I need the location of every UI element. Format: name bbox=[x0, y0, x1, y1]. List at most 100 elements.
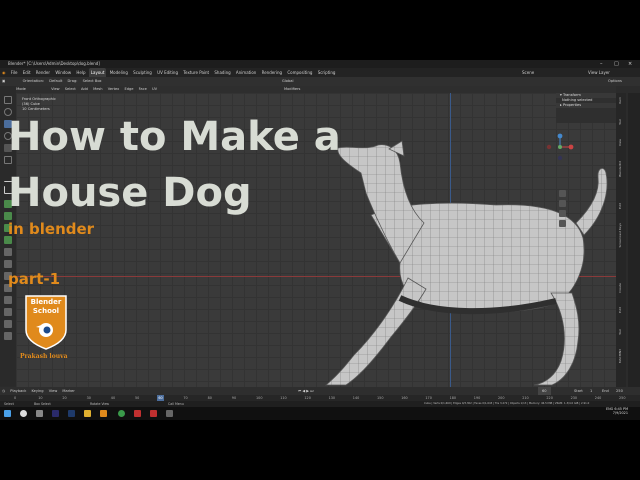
timeline-menu-marker[interactable]: Marker bbox=[60, 387, 76, 395]
thumbnail-part: part-1 bbox=[8, 270, 61, 288]
hand-icon[interactable] bbox=[559, 200, 566, 207]
tab-layout[interactable]: Layout bbox=[88, 68, 107, 77]
timeline-menu-view[interactable]: View bbox=[47, 387, 60, 395]
start-field[interactable]: 1 bbox=[588, 387, 594, 395]
app-icon-red-2[interactable] bbox=[150, 410, 157, 417]
title-bar: Blender* [C:\Users\Admin\Desktop\dog.ble… bbox=[0, 60, 640, 68]
timeline-menu-playback[interactable]: Playback bbox=[8, 387, 28, 395]
orientation-label: Orientation: bbox=[22, 79, 45, 83]
tab-rendering[interactable]: Rendering bbox=[260, 68, 284, 77]
system-tray[interactable]: ENG 6:45 PM 7/9/2021 bbox=[606, 407, 628, 415]
tab-modeling[interactable]: Modeling bbox=[108, 68, 130, 77]
tab-scripting[interactable]: Scripting bbox=[316, 68, 338, 77]
viewport-nav-buttons bbox=[559, 190, 569, 230]
ntab-edit-2[interactable]: Edit bbox=[618, 307, 624, 313]
ntab-screencast[interactable]: Screencast Keys bbox=[618, 223, 624, 248]
properties-panel-header[interactable]: ▸ Properties bbox=[556, 103, 616, 108]
playback-controls[interactable]: ⏮ ◀ ▶ ⏭ bbox=[296, 387, 315, 395]
start-label: Start bbox=[574, 389, 583, 393]
file-explorer-icon[interactable] bbox=[84, 410, 91, 417]
sidebar-panel: ▾ Transform Nothing selected ▸ Propertie… bbox=[556, 93, 616, 123]
tab-uv-editing[interactable]: UV Editing bbox=[155, 68, 180, 77]
menu-help[interactable]: Help bbox=[74, 68, 87, 77]
blender-school-badge: Blender School bbox=[24, 294, 68, 352]
menu-select[interactable]: Select bbox=[63, 86, 78, 93]
premiere-icon[interactable] bbox=[52, 410, 59, 417]
timeline-editor-icon[interactable]: ◷ bbox=[0, 387, 7, 395]
task-view-icon[interactable] bbox=[36, 410, 43, 417]
chrome-icon[interactable] bbox=[118, 410, 125, 417]
ntab-item[interactable]: Item bbox=[618, 97, 624, 104]
camera-icon[interactable] bbox=[559, 210, 566, 217]
navigation-gizmo[interactable] bbox=[545, 132, 575, 162]
menu-view[interactable]: View bbox=[49, 86, 62, 93]
knife-icon[interactable] bbox=[4, 248, 12, 256]
ntab-view[interactable]: View bbox=[618, 139, 624, 146]
menu-uv[interactable]: UV bbox=[150, 86, 159, 93]
photoshop-icon[interactable] bbox=[68, 410, 75, 417]
poly-build-icon[interactable] bbox=[4, 260, 12, 268]
tab-texture-paint[interactable]: Texture Paint bbox=[181, 68, 211, 77]
menu-add[interactable]: Add bbox=[79, 86, 90, 93]
dog-tail bbox=[575, 167, 608, 236]
zoom-icon[interactable] bbox=[559, 190, 566, 197]
minimize-icon[interactable]: – bbox=[600, 60, 603, 68]
orientation-dropdown[interactable]: Default bbox=[47, 77, 64, 86]
end-field[interactable]: 250 bbox=[614, 387, 625, 395]
thumbnail-title-line1: How to Make a bbox=[8, 114, 341, 160]
current-frame-field[interactable]: 60 bbox=[538, 387, 551, 395]
viewport-header: Edit Mode View Select Add Mesh Vertex Ed… bbox=[6, 86, 616, 93]
app-icon-red[interactable] bbox=[134, 410, 141, 417]
menu-edit[interactable]: Edit bbox=[21, 68, 33, 77]
modifiers-dropdown[interactable]: Modifiers bbox=[282, 86, 302, 93]
transform-orientation-dropdown[interactable]: Global bbox=[280, 77, 295, 86]
menu-face[interactable]: Face bbox=[137, 86, 149, 93]
menu-window[interactable]: Window bbox=[53, 68, 73, 77]
scene-selector[interactable]: Scene bbox=[520, 68, 536, 77]
windows-taskbar: ENG 6:45 PM 7/9/2021 bbox=[0, 407, 640, 420]
ntab-edit[interactable]: Edit bbox=[618, 203, 624, 209]
badge-line2: School bbox=[32, 307, 60, 315]
edge-slide-icon[interactable] bbox=[4, 296, 12, 304]
menu-file[interactable]: File bbox=[9, 68, 20, 77]
ntab-blenderkit[interactable]: BlenderKit bbox=[618, 161, 624, 177]
menu-vertex[interactable]: Vertex bbox=[106, 86, 122, 93]
ntab-create[interactable]: Create bbox=[618, 283, 624, 293]
tool-header: ▣ Orientation: Default Drag: Select Box … bbox=[0, 77, 640, 86]
search-icon[interactable] bbox=[20, 410, 27, 417]
tab-compositing[interactable]: Compositing bbox=[285, 68, 314, 77]
maximize-icon[interactable]: □ bbox=[614, 60, 619, 68]
view-layer-selector[interactable]: View Layer bbox=[586, 68, 612, 77]
tab-sculpting[interactable]: Sculpting bbox=[131, 68, 154, 77]
tab-shading[interactable]: Shading bbox=[212, 68, 232, 77]
shrink-icon[interactable] bbox=[4, 308, 12, 316]
dog-front-leg bbox=[324, 277, 427, 386]
tab-animation[interactable]: Animation bbox=[234, 68, 258, 77]
blender-taskbar-icon[interactable] bbox=[100, 410, 107, 417]
thumbnail-title-line2: House Dog bbox=[8, 170, 252, 216]
ntab-tool[interactable]: Tool bbox=[618, 119, 624, 125]
editor-type-icon[interactable]: ▣ bbox=[0, 77, 7, 86]
timeline-header: ◷ Playback Keying View Marker ⏮ ◀ ▶ ⏭ 60… bbox=[0, 387, 640, 395]
menu-render[interactable]: Render bbox=[34, 68, 52, 77]
app-icon-gray[interactable] bbox=[166, 410, 173, 417]
end-label: End bbox=[602, 389, 609, 393]
drag-dropdown[interactable]: Select Box bbox=[81, 77, 104, 86]
drag-label: Drag: bbox=[67, 79, 78, 83]
right-scrollbar[interactable] bbox=[628, 93, 640, 387]
menu-mesh[interactable]: Mesh bbox=[91, 86, 104, 93]
ntab-tool-2[interactable]: Tool bbox=[618, 329, 624, 335]
rip-icon[interactable] bbox=[4, 332, 12, 340]
ntab-machin3[interactable]: MACHIN3 bbox=[618, 349, 624, 363]
close-icon[interactable]: × bbox=[628, 60, 632, 68]
select-box-icon[interactable] bbox=[4, 96, 12, 104]
options-dropdown[interactable]: Options bbox=[606, 77, 624, 86]
menu-edge[interactable]: Edge bbox=[122, 86, 135, 93]
blender-logo-icon[interactable]: ◉ bbox=[0, 68, 8, 77]
windows-start-icon[interactable] bbox=[4, 410, 11, 417]
thumbnail-subtitle: in blender bbox=[8, 220, 95, 238]
shear-icon[interactable] bbox=[4, 320, 12, 328]
grid-view-icon[interactable] bbox=[559, 220, 566, 227]
badge-line1: Blender bbox=[30, 298, 62, 306]
timeline-menu-keying[interactable]: Keying bbox=[30, 387, 46, 395]
